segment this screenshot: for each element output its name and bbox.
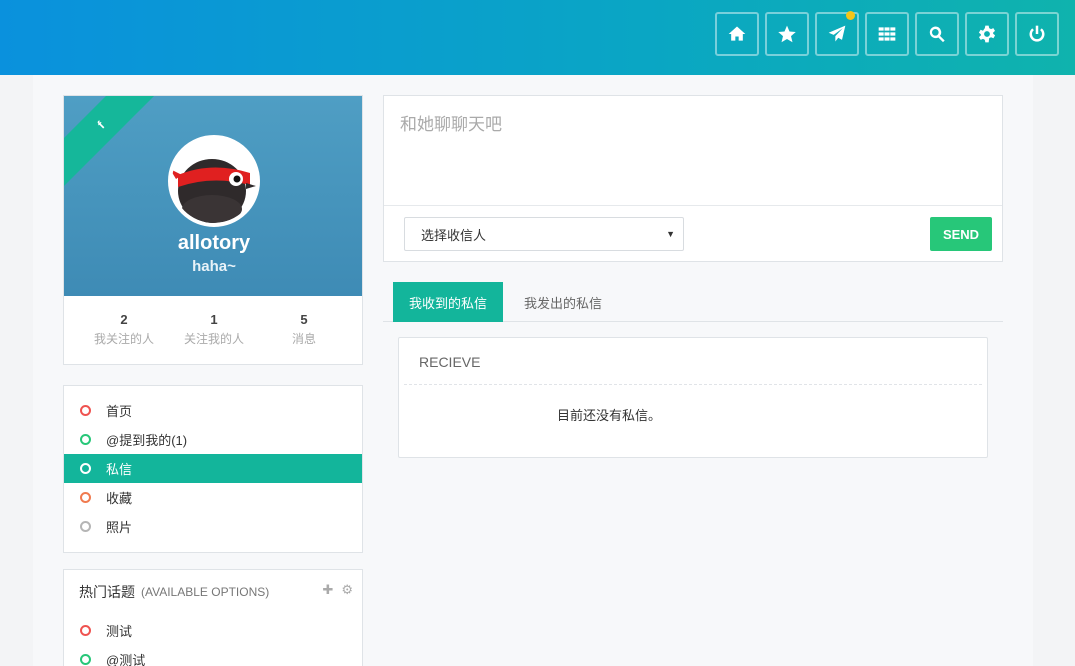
hot-topics-header: 热门话题 (AVAILABLE OPTIONS) ✚ ⚙ bbox=[64, 570, 362, 614]
sidebar-item-mentions[interactable]: @提到我的(1) bbox=[64, 425, 362, 454]
grid-icon bbox=[878, 27, 896, 41]
message-textarea[interactable]: 和她聊聊天吧 bbox=[384, 96, 1002, 206]
recipient-select-value: 选择收信人 bbox=[421, 227, 487, 243]
profile-ribbon[interactable]: f bbox=[64, 96, 167, 191]
logout-button[interactable] bbox=[1015, 12, 1059, 56]
compose-message-panel: 和她聊聊天吧 选择收信人 ▼ SEND bbox=[383, 95, 1003, 262]
stat-followers-label: 关注我的人 bbox=[184, 332, 245, 346]
recipient-select[interactable]: 选择收信人 ▼ bbox=[404, 217, 684, 251]
circle-icon bbox=[80, 521, 91, 532]
hot-topics-subtitle: (AVAILABLE OPTIONS) bbox=[141, 585, 270, 599]
gear-icon bbox=[978, 25, 996, 43]
profile-card: f allotory haha~ 2 我关注的人 1 关注我的人 5 消息 bbox=[63, 95, 363, 365]
topic-item[interactable]: 测试 bbox=[64, 616, 362, 645]
circle-icon bbox=[80, 654, 91, 665]
profile-username[interactable]: allotory bbox=[64, 232, 362, 255]
send-button[interactable]: SEND bbox=[930, 217, 992, 251]
hot-topics-title: 热门话题 bbox=[79, 584, 135, 600]
profile-header: f allotory haha~ bbox=[64, 96, 362, 296]
caret-down-icon: ▼ bbox=[666, 229, 675, 239]
sidebar-item-photos[interactable]: 照片 bbox=[64, 512, 362, 541]
topic-item[interactable]: @测试 bbox=[64, 645, 362, 666]
stat-following[interactable]: 2 我关注的人 bbox=[64, 312, 184, 364]
top-navbar bbox=[0, 0, 1075, 75]
topic-label: @测试 bbox=[106, 653, 146, 666]
inbox-title: RECIEVE bbox=[419, 354, 481, 370]
inbox-divider bbox=[404, 384, 982, 385]
stat-followers-value: 1 bbox=[210, 312, 218, 327]
message-tabs: 我收到的私信 我发出的私信 bbox=[383, 282, 1003, 322]
topic-label: 测试 bbox=[106, 624, 133, 639]
sidebar-item-home[interactable]: 首页 bbox=[64, 396, 362, 425]
power-icon bbox=[1029, 25, 1045, 42]
stat-messages-value: 5 bbox=[300, 312, 308, 327]
sidebar-item-private-messages[interactable]: 私信 bbox=[64, 454, 362, 483]
ninja-bird-avatar-image bbox=[172, 139, 256, 223]
sidebar-item-label: 首页 bbox=[106, 404, 133, 419]
search-icon bbox=[929, 26, 945, 43]
plus-icon[interactable]: ✚ bbox=[322, 582, 333, 598]
profile-signature: haha~ bbox=[192, 258, 236, 275]
search-button[interactable] bbox=[915, 12, 959, 56]
avatar[interactable] bbox=[168, 135, 260, 227]
circle-icon bbox=[80, 492, 91, 503]
messages-button[interactable] bbox=[815, 11, 859, 56]
inbox-empty-message: 目前还没有私信。 bbox=[556, 408, 661, 423]
notification-dot bbox=[846, 11, 855, 20]
home-button[interactable] bbox=[715, 12, 759, 56]
hot-topics-panel: 热门话题 (AVAILABLE OPTIONS) ✚ ⚙ 测试 @测试 bbox=[63, 569, 363, 666]
inbox-panel: RECIEVE 目前还没有私信。 bbox=[398, 337, 988, 458]
circle-icon bbox=[80, 405, 91, 416]
star-icon bbox=[778, 25, 796, 43]
stat-followers[interactable]: 1 关注我的人 bbox=[184, 312, 245, 364]
stat-following-value: 2 bbox=[120, 312, 128, 327]
sidebar-item-label: @提到我的(1) bbox=[106, 433, 188, 448]
stat-messages-label: 消息 bbox=[291, 332, 316, 346]
circle-icon bbox=[80, 625, 91, 636]
top-toolbar bbox=[715, 11, 1059, 56]
sidebar-item-label: 私信 bbox=[106, 462, 133, 477]
paper-plane-icon bbox=[828, 25, 846, 42]
home-icon bbox=[728, 26, 746, 41]
profile-stats: 2 我关注的人 1 关注我的人 5 消息 bbox=[64, 296, 362, 364]
sidebar-nav: 首页 @提到我的(1) 私信 收藏 照片 bbox=[63, 385, 363, 553]
circle-icon bbox=[80, 434, 91, 445]
tab-received[interactable]: 我收到的私信 bbox=[393, 282, 503, 322]
hot-topics-list: 测试 @测试 bbox=[64, 614, 362, 666]
apps-button[interactable] bbox=[865, 12, 909, 56]
circle-icon bbox=[80, 463, 91, 474]
sidebar-item-favorites[interactable]: 收藏 bbox=[64, 483, 362, 512]
sidebar-item-label: 收藏 bbox=[106, 491, 133, 506]
hot-topics-tools: ✚ ⚙ bbox=[322, 582, 353, 598]
tab-sent[interactable]: 我发出的私信 bbox=[508, 282, 618, 322]
settings-button[interactable] bbox=[965, 12, 1009, 56]
stat-following-label: 我关注的人 bbox=[93, 332, 154, 346]
gear-icon[interactable]: ⚙ bbox=[341, 582, 353, 598]
favorites-button[interactable] bbox=[765, 12, 809, 56]
sidebar-item-label: 照片 bbox=[106, 520, 133, 535]
stat-messages[interactable]: 5 消息 bbox=[244, 312, 362, 364]
